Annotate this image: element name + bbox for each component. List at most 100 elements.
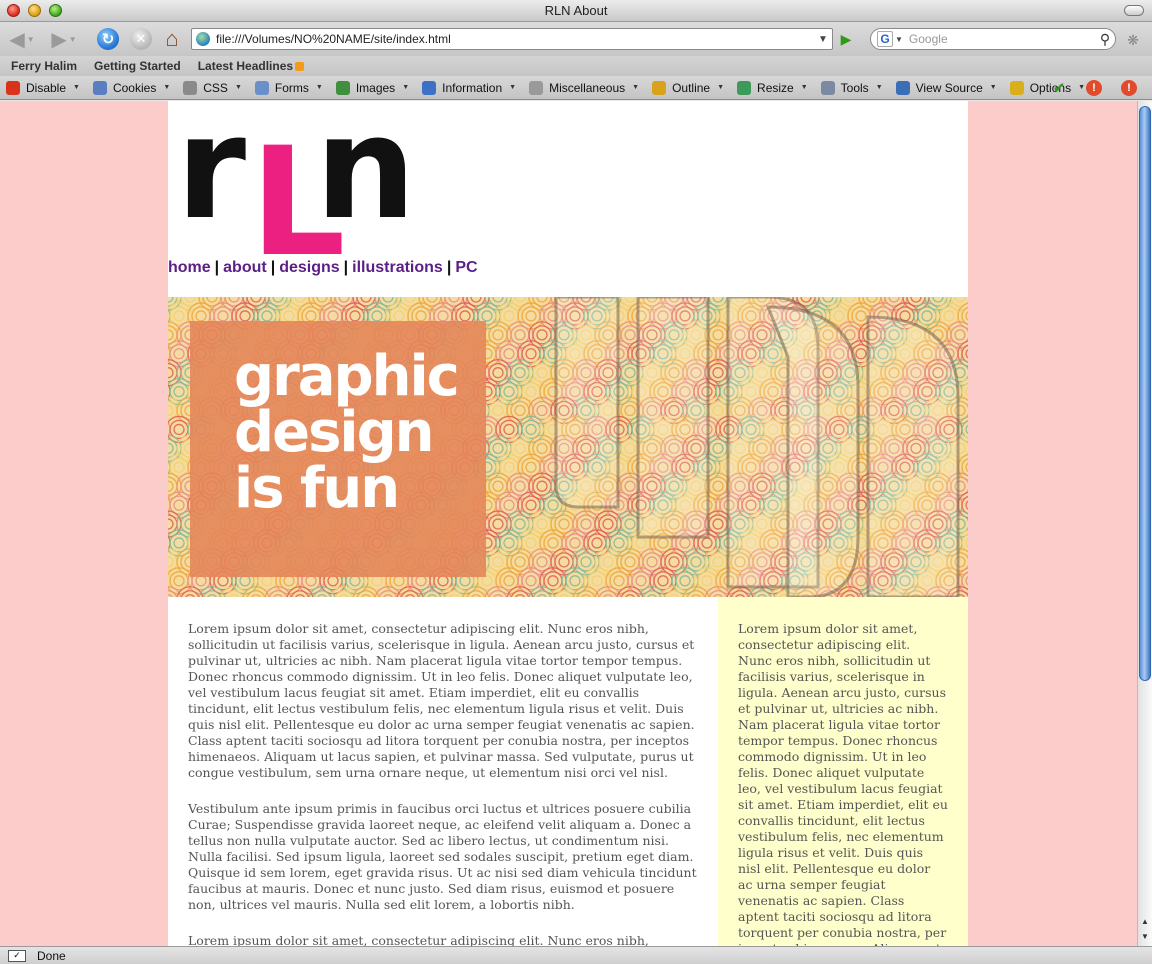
resize-icon (737, 80, 752, 95)
zoom-window-button[interactable] (49, 4, 62, 17)
nav-link-home[interactable]: home (168, 259, 211, 276)
chevron-down-icon: ▼ (163, 84, 171, 91)
scroll-down-arrow-icon[interactable]: ▼ (1139, 930, 1151, 943)
dev-menu-images[interactable]: Images ▼ (335, 80, 410, 95)
sidebar-paragraph: Lorem ipsum dolor sit amet, consectetur … (738, 621, 948, 946)
dev-menu-outline[interactable]: Outline ▼ (652, 80, 725, 95)
nav-link-illustrations[interactable]: illustrations (352, 259, 443, 276)
options-icon (1009, 80, 1024, 95)
valid-checkmark-icon[interactable]: ✔ (1051, 80, 1067, 97)
dev-menu-view-source[interactable]: View Source ▼ (895, 80, 997, 95)
reload-icon: ↻ (97, 28, 119, 50)
view-source-icon (895, 80, 910, 95)
vertical-scrollbar[interactable]: ▲ ▼ (1137, 101, 1152, 946)
chevron-down-icon: ▼ (989, 84, 997, 91)
window-title: RLN About (544, 3, 608, 18)
dev-menu-tools[interactable]: Tools ▼ (820, 80, 883, 95)
back-arrow-icon: ◀ (9, 28, 25, 51)
search-engine-dropdown-icon[interactable]: ▼ (895, 35, 903, 44)
search-input[interactable]: Google (909, 32, 1095, 46)
bookmark-getting-started[interactable]: Getting Started (94, 59, 181, 73)
go-arrow-icon: ▶ (840, 30, 852, 47)
svg-text:r: r (180, 109, 246, 251)
go-button[interactable]: ▶ (837, 30, 855, 48)
stop-button[interactable]: ✕ (128, 26, 154, 52)
chevron-down-icon: ▼ (717, 84, 725, 91)
site-globe-icon (196, 32, 210, 46)
images-icon (335, 80, 350, 95)
bookmark-ferry-halim[interactable]: Ferry Halim (11, 59, 77, 73)
chevron-down-icon: ▼ (800, 84, 808, 91)
site-navigation: home | about | designs | illustrations | PC (168, 259, 478, 276)
url-history-dropdown-icon[interactable]: ▼ (814, 34, 832, 45)
status-text: Done (37, 948, 66, 963)
close-window-button[interactable] (7, 4, 20, 17)
chevron-down-icon: ▼ (632, 84, 640, 91)
chevron-down-icon: ▼ (315, 84, 323, 91)
error-icon[interactable]: ! (1121, 80, 1137, 96)
nav-link-pc[interactable]: PC (455, 259, 477, 276)
miscellaneous-icon (529, 80, 544, 95)
dev-menu-css[interactable]: CSS ▼ (183, 80, 242, 95)
back-button[interactable]: ◀ ▼ (4, 26, 40, 52)
svg-text:n: n (315, 109, 416, 251)
dev-menu-information[interactable]: Information ▼ (422, 80, 517, 95)
dev-menu-forms[interactable]: Forms ▼ (254, 80, 323, 95)
warning-icon[interactable]: ! (1086, 80, 1102, 96)
scroll-up-arrow-icon[interactable]: ▲ (1139, 915, 1151, 928)
bookmark-latest-headlines[interactable]: Latest Headlines (198, 59, 305, 73)
outline-icon (652, 80, 667, 95)
hero-banner: graphic design is fun (168, 297, 968, 597)
reload-button[interactable]: ↻ (95, 26, 121, 52)
toolbar-toggle-button[interactable] (1124, 5, 1144, 16)
banner-headline: graphic design is fun (234, 344, 460, 521)
stop-icon: ✕ (130, 28, 152, 50)
scrollbar-thumb[interactable] (1139, 106, 1151, 681)
dev-menu-disable[interactable]: Disable ▼ (6, 80, 80, 95)
minimize-window-button[interactable] (28, 4, 41, 17)
chevron-down-icon: ▼ (1078, 84, 1086, 91)
dev-menu-miscellaneous[interactable]: Miscellaneous ▼ (529, 80, 640, 95)
tools-icon (820, 80, 835, 95)
nav-link-designs[interactable]: designs (279, 259, 339, 276)
status-bar: ✓ Done (0, 946, 1152, 964)
bookmarks-toolbar: Ferry Halim Getting Started Latest Headl… (0, 56, 1152, 76)
status-icon: ✓ (8, 949, 26, 962)
forward-button[interactable]: ▶ ▼ (46, 26, 82, 52)
home-button[interactable]: ⌂ (159, 26, 185, 52)
url-bar[interactable]: file:///Volumes/NO%20NAME/site/index.htm… (191, 28, 833, 50)
forward-history-dropdown-icon[interactable]: ▼ (69, 35, 77, 44)
chevron-down-icon: ▼ (509, 84, 517, 91)
google-engine-icon[interactable]: G (877, 31, 893, 47)
main-paragraph: Lorem ipsum dolor sit amet, consectetur … (188, 621, 695, 780)
search-magnifier-icon[interactable]: ⚲ (1095, 31, 1115, 48)
chevron-down-icon: ▼ (875, 84, 883, 91)
sidebar-column: Lorem ipsum dolor sit amet, consectetur … (718, 597, 968, 946)
forward-arrow-icon: ▶ (51, 28, 67, 51)
cookies-icon (92, 80, 107, 95)
home-icon: ⌂ (165, 26, 179, 51)
rss-feed-icon (295, 62, 305, 71)
rln-logo: r L n (180, 109, 416, 254)
window-titlebar: RLN About (0, 0, 1152, 22)
back-history-dropdown-icon[interactable]: ▼ (27, 35, 35, 44)
main-paragraph: Lorem ipsum dolor sit amet, consectetur … (188, 933, 649, 946)
loading-throbber-icon: ❋ (1127, 31, 1139, 48)
main-paragraph: Vestibulum ante ipsum primis in faucibus… (188, 801, 697, 912)
css-icon (183, 80, 198, 95)
dev-menu-options[interactable]: Options ▼ (1009, 80, 1086, 95)
chevron-down-icon: ▼ (402, 84, 410, 91)
url-text[interactable]: file:///Volumes/NO%20NAME/site/index.htm… (216, 32, 814, 46)
chevron-down-icon: ▼ (73, 84, 80, 91)
nav-link-about[interactable]: about (223, 259, 267, 276)
information-icon (422, 80, 437, 95)
site-page: r L n home | about | designs | illustrations | P… (168, 101, 968, 946)
chevron-down-icon: ▼ (234, 84, 242, 91)
search-box[interactable]: G ▼ Google ⚲ (870, 28, 1116, 50)
forms-icon (254, 80, 269, 95)
navigation-toolbar: ◀ ▼ ▶ ▼ ↻ ✕ ⌂ file:///Volumes/NO%20NAME/si… (0, 22, 1152, 56)
dev-menu-cookies[interactable]: Cookies ▼ (92, 80, 171, 95)
page-viewport: r L n home | about | designs | illustrations | P… (0, 101, 1137, 946)
dev-menu-resize[interactable]: Resize ▼ (737, 80, 808, 95)
web-developer-toolbar: Disable ▼ Cookies ▼ CSS ▼ Forms ▼ Images ▼ Informa… (0, 76, 1152, 100)
